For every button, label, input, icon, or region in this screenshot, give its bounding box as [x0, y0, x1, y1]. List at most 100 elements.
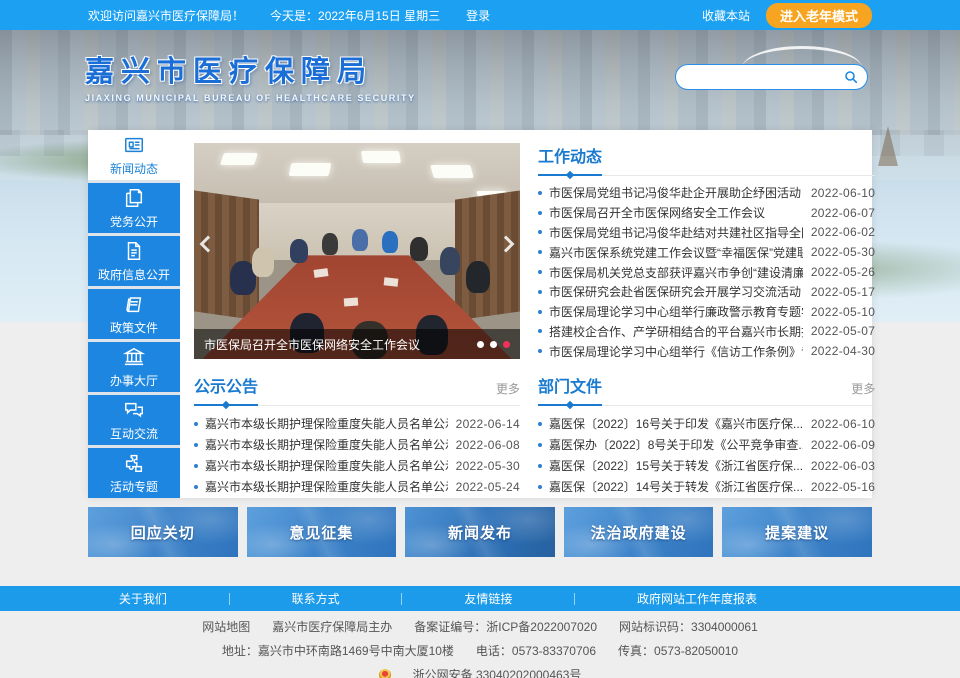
favorite-site-link[interactable]: 收藏本站	[702, 7, 750, 24]
work-news-item[interactable]: 市医保局理论学习中心组举行《信访工作条例》专题...2022-04-30	[538, 341, 875, 361]
news-link[interactable]: 嘉医保办〔2022〕8号关于印发《公平竞争审查...	[549, 436, 803, 453]
work-news-item[interactable]: 市医保局理论学习中心组举行廉政警示教育专题学习... 2022-05-10	[538, 302, 875, 322]
carousel-photo-decoration	[382, 231, 398, 253]
sidebar-item-policy-files[interactable]: 政策文件	[88, 289, 180, 339]
news-link[interactable]: 市医保局党组书记冯俊华赴结对共建社区指导全国文...	[549, 224, 803, 241]
footer-nav-link[interactable]: 联系方式	[292, 590, 340, 607]
banner-button-5[interactable]: 提案建议	[722, 507, 872, 557]
announcement-item[interactable]: 嘉兴市本级长期护理保险重度失能人员名单公示（2...2022-05-24	[194, 476, 520, 497]
news-date: 2022-06-08	[456, 438, 520, 452]
carousel-dot[interactable]	[503, 341, 510, 348]
news-date: 2022-06-02	[811, 225, 875, 239]
news-date: 2022-06-10	[811, 417, 875, 431]
document-item[interactable]: 嘉医保〔2022〕15号关于转发《浙江省医疗保...2022-06-03	[538, 455, 875, 476]
news-link[interactable]: 嘉兴市本级长期护理保险重度失能人员名单公示（2...	[205, 436, 448, 453]
news-link[interactable]: 市医保局机关党总支部获评嘉兴市争创“建设清廉机...	[549, 264, 803, 281]
sidebar-item-service-hall[interactable]: 办事大厅	[88, 342, 180, 392]
newspaper-icon	[123, 134, 145, 156]
work-news-item[interactable]: 市医保局党组书记冯俊华赴企开展助企纾困活动2022-06-10	[538, 183, 875, 203]
login-link[interactable]: 登录	[466, 7, 490, 24]
news-link[interactable]: 市医保局召开全市医保网络安全工作会议	[549, 204, 803, 221]
elder-mode-button[interactable]: 进入老年模式	[766, 3, 872, 28]
announcement-item[interactable]: 嘉兴市本级长期护理保险重度失能人员名单公示（2... 2022-06-08	[194, 434, 520, 455]
section-title[interactable]: 部门文件	[538, 373, 602, 406]
banner-button-4[interactable]: 法治政府建设	[564, 507, 714, 557]
news-carousel[interactable]: 市医保局召开全市医保网络安全工作会议	[194, 143, 520, 359]
sidebar-item-label: 政策文件	[110, 319, 158, 336]
bullet-icon	[538, 211, 542, 215]
news-link[interactable]: 嘉兴市本级长期护理保险重度失能人员名单公示（2...	[205, 478, 448, 495]
security-record-link[interactable]: 浙公网安备 33040202000463号	[413, 668, 582, 678]
carousel-dot[interactable]	[477, 341, 484, 348]
news-link[interactable]: 嘉兴市本级长期护理保险重度失能人员名单公示（2...	[205, 457, 448, 474]
news-link[interactable]: 市医保局理论学习中心组举行廉政警示教育专题学习...	[549, 303, 803, 320]
more-link[interactable]: 更多	[851, 380, 875, 405]
more-link[interactable]: 更多	[496, 380, 520, 405]
carousel-photo-decoration	[455, 190, 520, 320]
sidebar-item-interaction[interactable]: 互动交流	[88, 395, 180, 445]
work-news-item[interactable]: 嘉兴市医保系统党建工作会议暨“幸福医保”党建联...2022-05-30	[538, 242, 875, 262]
section-title[interactable]: 工作动态	[538, 143, 602, 176]
document-icon	[123, 240, 145, 262]
carousel-photo-decoration	[384, 277, 399, 286]
search-icon[interactable]	[843, 69, 859, 85]
footer-nav-separator	[574, 593, 575, 605]
news-date: 2022-05-10	[811, 305, 875, 319]
sidebar-item-label: 办事大厅	[110, 372, 158, 389]
news-link[interactable]: 嘉兴市本级长期护理保险重度失能人员名单公示（2...	[205, 415, 448, 432]
sidebar-item-party-affairs[interactable]: 党务公开	[88, 183, 180, 233]
section-work-news: 工作动态 市医保局党组书记冯俊华赴企开展助企纾困活动2022-06-10市医保局…	[538, 143, 875, 359]
announcement-item[interactable]: 嘉兴市本级长期护理保险重度失能人员名单公示（2...2022-06-14	[194, 413, 520, 434]
banner-button-1[interactable]: 回应关切	[88, 507, 238, 557]
site-title: 嘉兴市医疗保障局	[85, 48, 416, 90]
footer-text: 嘉兴市医疗保障局主办	[272, 620, 392, 634]
work-news-item[interactable]: 市医保局党组书记冯俊华赴结对共建社区指导全国文... 2022-06-02	[538, 223, 875, 243]
chat-icon	[123, 399, 145, 421]
document-item[interactable]: 嘉医保办〔2022〕8号关于印发《公平竞争审查... 2022-06-09	[538, 434, 875, 455]
sidebar-item-gov-info[interactable]: 政府信息公开	[88, 236, 180, 286]
news-link[interactable]: 搭建校企合作、产学研相结合的平台嘉兴市长期护理...	[549, 323, 803, 340]
carousel-photo-decoration	[466, 261, 490, 293]
footer-line-security: 浙公网安备 33040202000463号	[0, 666, 960, 678]
bullet-icon	[538, 349, 542, 353]
sidebar-item-label: 新闻动态	[110, 160, 158, 177]
document-item[interactable]: 嘉医保〔2022〕14号关于转发《浙江省医疗保...2022-05-16	[538, 476, 875, 497]
work-news-item[interactable]: 市医保研究会赴省医保研究会开展学习交流活动 2022-05-17	[538, 282, 875, 302]
banner-button-2[interactable]: 意见征集	[247, 507, 397, 557]
work-news-item[interactable]: 市医保局机关党总支部获评嘉兴市争创“建设清廉机...2022-05-26	[538, 262, 875, 282]
banner-button-3[interactable]: 新闻发布	[405, 507, 555, 557]
carousel-dot[interactable]	[490, 341, 497, 348]
carousel-photo-decoration	[440, 247, 460, 275]
footer-nav-link[interactable]: 友情链接	[464, 590, 512, 607]
carousel-photo-decoration	[344, 298, 359, 307]
footer-nav-link[interactable]: 关于我们	[119, 590, 167, 607]
search-input[interactable]	[688, 67, 843, 87]
news-link[interactable]: 嘉兴市医保系统党建工作会议暨“幸福医保”党建联...	[549, 244, 803, 261]
work-news-item[interactable]: 市医保局召开全市医保网络安全工作会议2022-06-07	[538, 203, 875, 223]
sitemap-link[interactable]: 网站地图	[202, 620, 250, 634]
news-link[interactable]: 市医保局党组书记冯俊华赴企开展助企纾困活动	[549, 184, 803, 201]
sidebar-item-special-topics[interactable]: 活动专题	[88, 448, 180, 498]
sidebar-item-news[interactable]: 新闻动态	[88, 130, 180, 180]
news-link[interactable]: 嘉医保〔2022〕14号关于转发《浙江省医疗保...	[549, 478, 803, 495]
copy-files-icon	[123, 187, 145, 209]
carousel-photo-decoration	[361, 151, 401, 163]
footer-nav-separator	[401, 593, 402, 605]
announcement-item[interactable]: 嘉兴市本级长期护理保险重度失能人员名单公示（2...2022-05-30	[194, 455, 520, 476]
news-date: 2022-06-09	[811, 438, 875, 452]
section-title[interactable]: 公示公告	[194, 373, 258, 406]
work-news-item[interactable]: 搭建校企合作、产学研相结合的平台嘉兴市长期护理...2022-05-07	[538, 322, 875, 342]
footer-nav-link[interactable]: 政府网站工作年度报表	[637, 590, 757, 607]
carousel-caption-link[interactable]: 市医保局召开全市医保网络安全工作会议	[204, 336, 469, 353]
news-date: 2022-05-17	[811, 285, 875, 299]
document-item[interactable]: 嘉医保〔2022〕16号关于印发《嘉兴市医疗保... 2022-06-10	[538, 413, 875, 434]
main-content-card: 新闻动态 党务公开 政府信息公开 政策文件 办事大厅 互动交流 活动专题	[88, 130, 872, 498]
news-link[interactable]: 市医保研究会赴省医保研究会开展学习交流活动	[549, 283, 803, 300]
bullet-icon	[538, 230, 542, 234]
news-link[interactable]: 嘉医保〔2022〕16号关于印发《嘉兴市医疗保...	[549, 415, 803, 432]
news-link[interactable]: 嘉医保〔2022〕15号关于转发《浙江省医疗保...	[549, 457, 803, 474]
sidebar-item-label: 政府信息公开	[98, 266, 170, 283]
sidebar-nav: 新闻动态 党务公开 政府信息公开 政策文件 办事大厅 互动交流 活动专题	[88, 130, 180, 498]
news-link[interactable]: 市医保局理论学习中心组举行《信访工作条例》专题...	[549, 343, 803, 360]
announcements-list: 嘉兴市本级长期护理保险重度失能人员名单公示（2...2022-06-14嘉兴市本…	[194, 413, 520, 497]
